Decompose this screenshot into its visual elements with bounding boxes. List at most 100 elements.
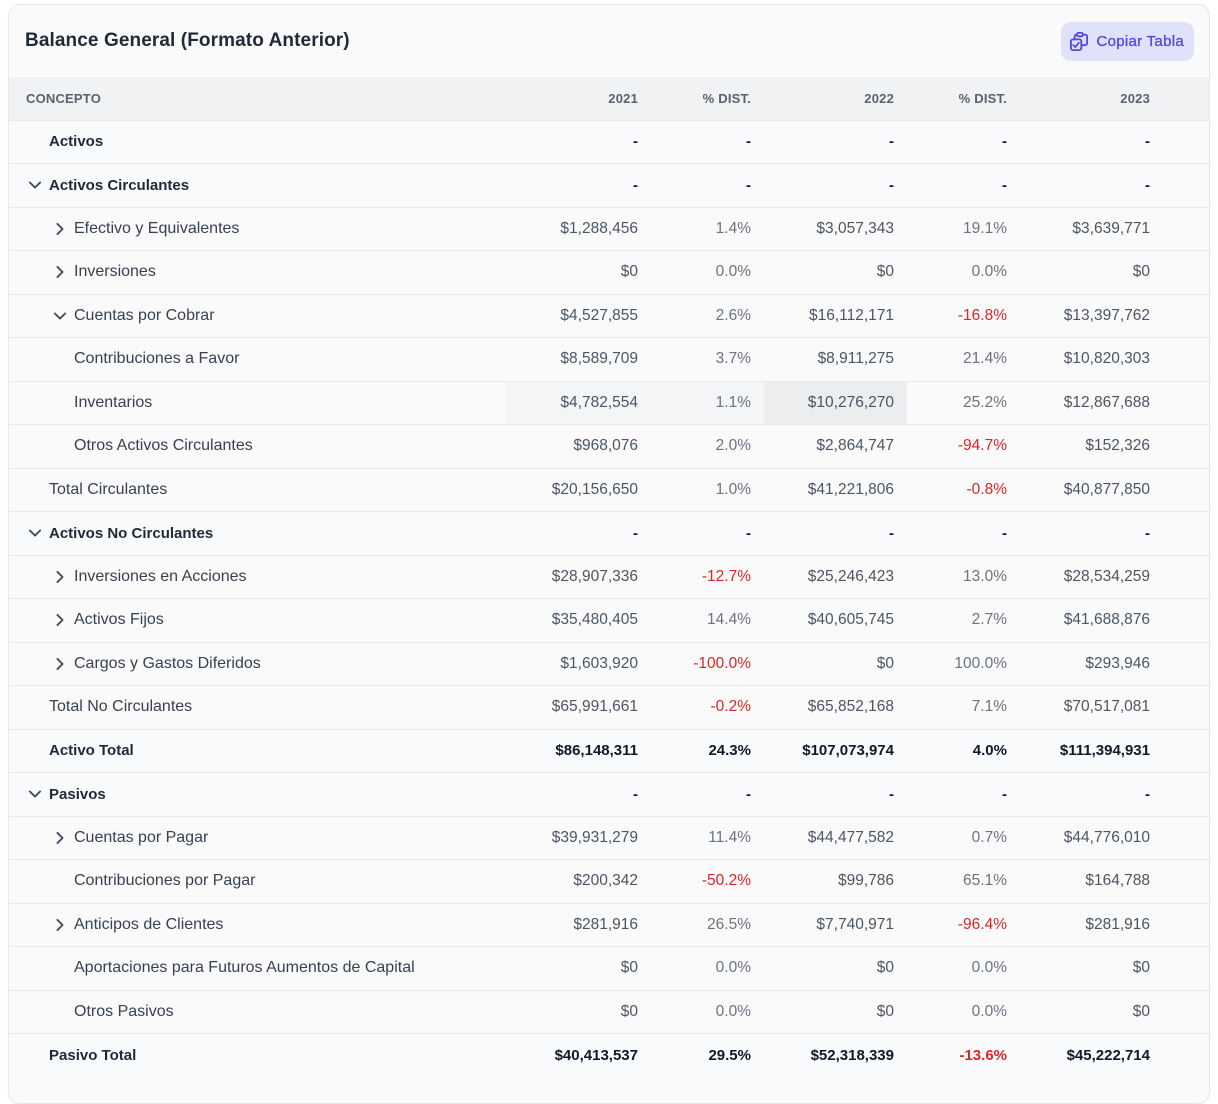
value-cell[interactable]: $0 [1020, 947, 1209, 991]
value-cell[interactable]: - [651, 164, 764, 208]
value-cell[interactable]: 100.0% [907, 642, 1020, 686]
value-cell[interactable]: 1.1% [651, 381, 764, 425]
chevron-right-icon[interactable] [52, 656, 68, 672]
value-cell[interactable]: $13,397,762 [1020, 294, 1209, 338]
value-cell[interactable]: 0.0% [651, 947, 764, 991]
value-cell[interactable]: $25,246,423 [764, 555, 907, 599]
value-cell[interactable]: $281,916 [1020, 903, 1209, 947]
value-cell[interactable]: - [907, 164, 1020, 208]
value-cell[interactable]: $968,076 [505, 425, 651, 469]
value-cell[interactable]: $0 [1020, 251, 1209, 295]
value-cell[interactable]: -0.8% [907, 468, 1020, 512]
value-cell[interactable]: $0 [505, 251, 651, 295]
value-cell[interactable]: - [764, 512, 907, 556]
value-cell[interactable]: 26.5% [651, 903, 764, 947]
value-cell[interactable]: $3,057,343 [764, 207, 907, 251]
value-cell[interactable]: $40,605,745 [764, 599, 907, 643]
value-cell[interactable]: $40,877,850 [1020, 468, 1209, 512]
value-cell[interactable]: $1,603,920 [505, 642, 651, 686]
chevron-right-icon[interactable] [52, 612, 68, 628]
chevron-down-icon[interactable] [27, 177, 43, 193]
value-cell[interactable]: - [505, 512, 651, 556]
value-cell[interactable]: $0 [764, 251, 907, 295]
value-cell[interactable]: $281,916 [505, 903, 651, 947]
value-cell[interactable]: $41,221,806 [764, 468, 907, 512]
value-cell[interactable]: $3,639,771 [1020, 207, 1209, 251]
value-cell[interactable]: $7,740,971 [764, 903, 907, 947]
value-cell[interactable]: $0 [764, 642, 907, 686]
value-cell[interactable]: $4,782,554 [505, 381, 651, 425]
value-cell[interactable]: $152,326 [1020, 425, 1209, 469]
value-cell[interactable]: $0 [764, 990, 907, 1034]
value-cell[interactable]: $39,931,279 [505, 816, 651, 860]
value-cell[interactable]: $40,413,537 [505, 1034, 651, 1078]
value-cell[interactable]: - [1020, 773, 1209, 817]
value-cell[interactable]: $0 [505, 990, 651, 1034]
value-cell[interactable]: - [907, 773, 1020, 817]
value-cell[interactable]: $0 [764, 947, 907, 991]
value-cell[interactable]: -100.0% [651, 642, 764, 686]
value-cell[interactable]: 2.6% [651, 294, 764, 338]
value-cell[interactable]: 0.0% [651, 251, 764, 295]
value-cell[interactable]: - [651, 773, 764, 817]
value-cell[interactable]: -96.4% [907, 903, 1020, 947]
value-cell[interactable]: 1.4% [651, 207, 764, 251]
value-cell[interactable]: $20,156,650 [505, 468, 651, 512]
value-cell[interactable]: $164,788 [1020, 860, 1209, 904]
value-cell[interactable]: 0.0% [907, 251, 1020, 295]
value-cell[interactable]: 0.0% [907, 990, 1020, 1034]
value-cell[interactable]: 3.7% [651, 338, 764, 382]
value-cell[interactable]: 7.1% [907, 686, 1020, 730]
value-cell[interactable]: 2.7% [907, 599, 1020, 643]
value-cell[interactable]: - [651, 120, 764, 164]
value-cell[interactable]: $35,480,405 [505, 599, 651, 643]
value-cell[interactable]: -94.7% [907, 425, 1020, 469]
value-cell[interactable]: 11.4% [651, 816, 764, 860]
value-cell[interactable]: $44,776,010 [1020, 816, 1209, 860]
value-cell[interactable]: $41,688,876 [1020, 599, 1209, 643]
value-cell[interactable]: 1.0% [651, 468, 764, 512]
value-cell[interactable]: $86,148,311 [505, 729, 651, 773]
value-cell[interactable]: $111,394,931 [1020, 729, 1209, 773]
value-cell[interactable]: $200,342 [505, 860, 651, 904]
value-cell[interactable]: -50.2% [651, 860, 764, 904]
value-cell[interactable]: $52,318,339 [764, 1034, 907, 1078]
value-cell[interactable]: 0.0% [651, 990, 764, 1034]
value-cell[interactable]: $1,288,456 [505, 207, 651, 251]
value-cell[interactable]: $10,820,303 [1020, 338, 1209, 382]
value-cell[interactable]: $28,907,336 [505, 555, 651, 599]
value-cell[interactable]: - [907, 512, 1020, 556]
value-cell[interactable]: - [651, 512, 764, 556]
value-cell[interactable]: -12.7% [651, 555, 764, 599]
value-cell[interactable]: $65,991,661 [505, 686, 651, 730]
value-cell[interactable]: -0.2% [651, 686, 764, 730]
chevron-right-icon[interactable] [52, 264, 68, 280]
value-cell[interactable]: - [505, 773, 651, 817]
value-cell[interactable]: $16,112,171 [764, 294, 907, 338]
value-cell[interactable]: - [764, 120, 907, 164]
value-cell[interactable]: 19.1% [907, 207, 1020, 251]
chevron-down-icon[interactable] [27, 786, 43, 802]
value-cell[interactable]: $4,527,855 [505, 294, 651, 338]
value-cell[interactable]: $293,946 [1020, 642, 1209, 686]
value-cell[interactable]: 25.2% [907, 381, 1020, 425]
chevron-right-icon[interactable] [52, 830, 68, 846]
value-cell[interactable]: $70,517,081 [1020, 686, 1209, 730]
value-cell[interactable]: 13.0% [907, 555, 1020, 599]
value-cell[interactable]: -13.6% [907, 1034, 1020, 1078]
value-cell[interactable]: -16.8% [907, 294, 1020, 338]
value-cell[interactable]: 21.4% [907, 338, 1020, 382]
value-cell[interactable]: $28,534,259 [1020, 555, 1209, 599]
value-cell[interactable]: - [907, 120, 1020, 164]
value-cell[interactable]: - [1020, 512, 1209, 556]
value-cell[interactable]: - [764, 773, 907, 817]
value-cell[interactable]: $99,786 [764, 860, 907, 904]
value-cell[interactable]: - [1020, 164, 1209, 208]
value-cell[interactable]: - [505, 120, 651, 164]
value-cell[interactable]: 14.4% [651, 599, 764, 643]
value-cell[interactable]: - [1020, 120, 1209, 164]
chevron-right-icon[interactable] [52, 221, 68, 237]
value-cell[interactable]: $2,864,747 [764, 425, 907, 469]
value-cell[interactable]: $45,222,714 [1020, 1034, 1209, 1078]
value-cell[interactable]: $12,867,688 [1020, 381, 1209, 425]
